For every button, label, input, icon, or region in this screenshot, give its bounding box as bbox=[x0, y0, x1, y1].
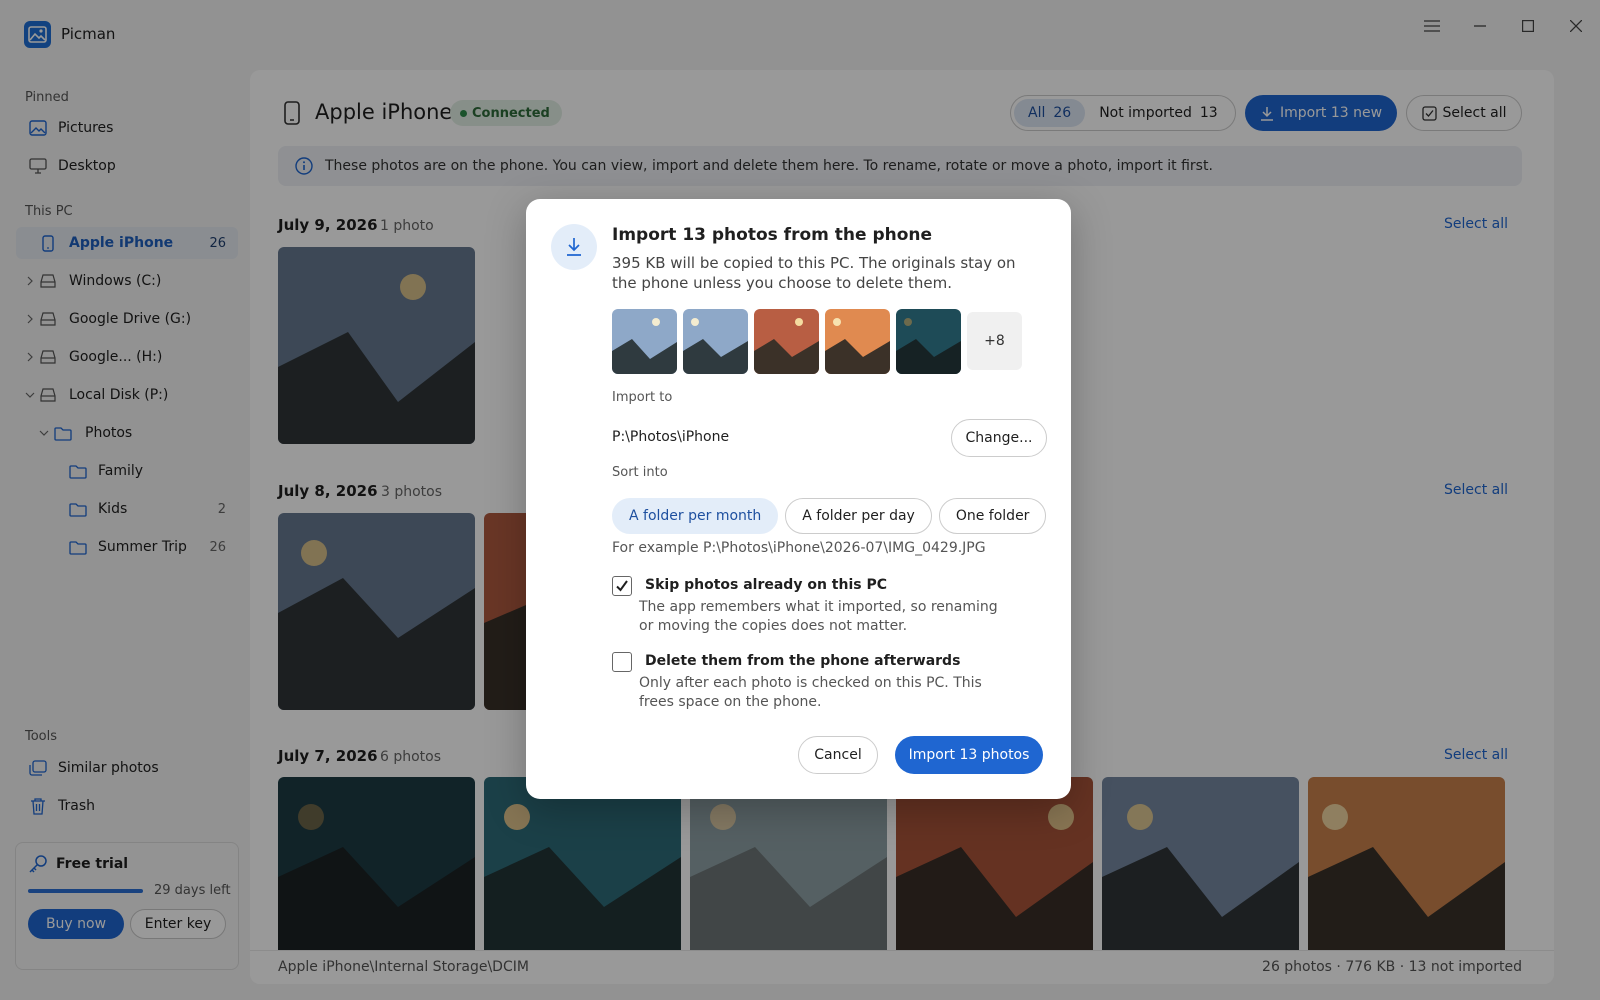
import-path: P:\Photos\iPhone bbox=[612, 429, 730, 445]
delete-after-desc: Only after each photo is checked on this… bbox=[639, 675, 982, 710]
import-photos-button[interactable]: Import 13 photos bbox=[895, 736, 1043, 774]
sort-option-one-folder[interactable]: One folder bbox=[938, 498, 1047, 534]
checkmark-icon bbox=[616, 580, 628, 592]
more-photos-count: +8 bbox=[967, 312, 1022, 370]
sort-into-label: Sort into bbox=[612, 465, 668, 480]
dialog-photo-thumbnail bbox=[825, 309, 890, 374]
dialog-thumbnail-strip: +8 bbox=[612, 309, 1022, 374]
dialog-photo-thumbnail bbox=[612, 309, 677, 374]
sort-option-per-day[interactable]: A folder per day bbox=[785, 498, 932, 534]
delete-after-title: Delete them from the phone afterwards bbox=[645, 653, 961, 669]
dialog-description: 395 KB will be copied to this PC. The or… bbox=[612, 254, 1016, 292]
dialog-photo-thumbnail bbox=[896, 309, 961, 374]
download-icon bbox=[551, 224, 597, 270]
import-dialog: Import 13 photos from the phone 395 KB w… bbox=[526, 199, 1071, 799]
change-folder-button[interactable]: Change... bbox=[951, 419, 1047, 457]
sort-option-per-month[interactable]: A folder per month bbox=[612, 498, 779, 534]
dialog-title: Import 13 photos from the phone bbox=[612, 225, 933, 245]
dialog-photo-thumbnail bbox=[754, 309, 819, 374]
delete-after-checkbox[interactable] bbox=[612, 652, 632, 672]
skip-existing-title: Skip photos already on this PC bbox=[645, 577, 887, 593]
sort-options: A folder per month A folder per day One … bbox=[612, 498, 1047, 534]
skip-existing-desc: The app remembers what it imported, so r… bbox=[639, 599, 998, 634]
path-example: For example P:\Photos\iPhone\2026-07\IMG… bbox=[612, 540, 986, 556]
import-to-label: Import to bbox=[612, 390, 673, 405]
cancel-button[interactable]: Cancel bbox=[798, 736, 878, 774]
skip-existing-checkbox[interactable] bbox=[612, 576, 632, 596]
dialog-photo-thumbnail bbox=[683, 309, 748, 374]
